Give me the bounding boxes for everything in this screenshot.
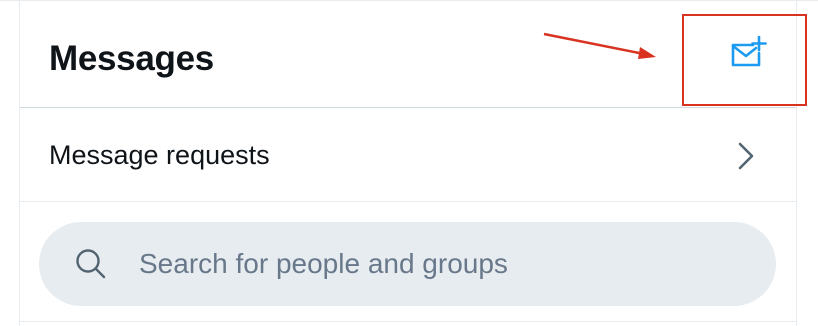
- search-icon: [76, 249, 106, 279]
- messages-header: Messages: [20, 0, 796, 108]
- chevron-right-icon: [738, 142, 754, 170]
- bottom-divider: [19, 321, 797, 322]
- annotation-highlight-box: [682, 14, 807, 106]
- message-requests-row[interactable]: Message requests: [20, 108, 796, 202]
- annotation-arrow: [543, 32, 656, 59]
- page-title: Messages: [49, 39, 214, 78]
- search-box[interactable]: [39, 222, 776, 306]
- search-input[interactable]: [139, 246, 739, 282]
- message-requests-label: Message requests: [49, 140, 270, 170]
- messages-panel: Messages Message requests: [0, 0, 818, 326]
